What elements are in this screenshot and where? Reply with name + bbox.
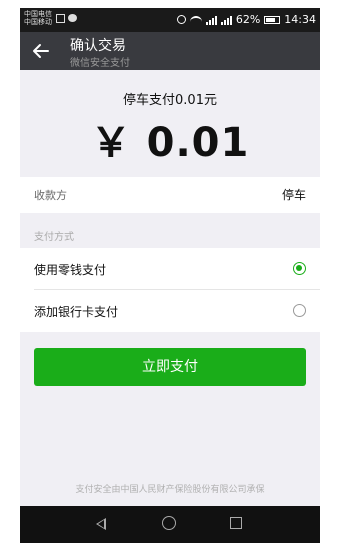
radio-unselected-icon[interactable]	[293, 304, 306, 317]
title-bar: 确认交易 微信安全支付	[20, 32, 320, 70]
notification-icons	[56, 14, 77, 23]
carrier-info: 中国电信 中国移动	[24, 10, 52, 26]
method-add-bank-card[interactable]: 添加银行卡支付	[20, 290, 320, 332]
signal-2-icon	[220, 15, 232, 25]
battery-icon	[264, 15, 281, 24]
payment-method-list: 使用零钱支付 添加银行卡支付	[20, 248, 320, 332]
nav-recent-apps-icon[interactable]	[230, 517, 242, 529]
page-subtitle: 微信安全支付	[70, 58, 130, 69]
payee-row: 收款方 停车	[20, 177, 320, 213]
wechat-notification-icon	[68, 14, 77, 22]
wifi-icon	[189, 15, 202, 24]
clock: 14:34	[284, 13, 316, 26]
payee-label: 收款方	[34, 189, 67, 202]
radio-selected-icon[interactable]	[293, 262, 306, 275]
status-bar: 中国电信 中国移动 62% 14:34	[20, 8, 320, 32]
carrier-line-2: 中国移动	[24, 18, 52, 26]
payment-method-header: 支付方式	[34, 232, 74, 243]
amount-panel: 停车支付0.01元 ￥ 0.01	[20, 70, 320, 177]
method-balance[interactable]: 使用零钱支付	[20, 248, 320, 290]
image-notification-icon	[56, 14, 65, 23]
system-nav-bar	[20, 506, 320, 543]
pay-now-button[interactable]: 立即支付	[34, 348, 306, 386]
insurance-note: 支付安全由中国人民财产保险股份有限公司承保	[75, 485, 265, 495]
carrier-line-1: 中国电信	[24, 10, 52, 18]
method-balance-label: 使用零钱支付	[34, 263, 107, 277]
payment-amount: ￥ 0.01	[90, 120, 250, 166]
payment-title: 停车支付0.01元	[123, 93, 217, 108]
page-title: 确认交易	[70, 38, 126, 54]
alarm-icon	[176, 15, 186, 24]
nav-back-icon[interactable]	[96, 518, 106, 530]
phone-screen: 中国电信 中国移动 62% 14:34 确认交易 微信安全支付 停车支付0.01…	[20, 8, 320, 543]
status-indicators: 62% 14:34	[176, 13, 316, 26]
payee-value: 停车	[281, 188, 306, 202]
nav-home-icon[interactable]	[162, 516, 176, 530]
battery-percent: 62%	[235, 13, 261, 26]
method-bank-card-label: 添加银行卡支付	[34, 305, 119, 319]
back-arrow-icon[interactable]	[32, 42, 50, 60]
signal-icon	[205, 15, 217, 25]
